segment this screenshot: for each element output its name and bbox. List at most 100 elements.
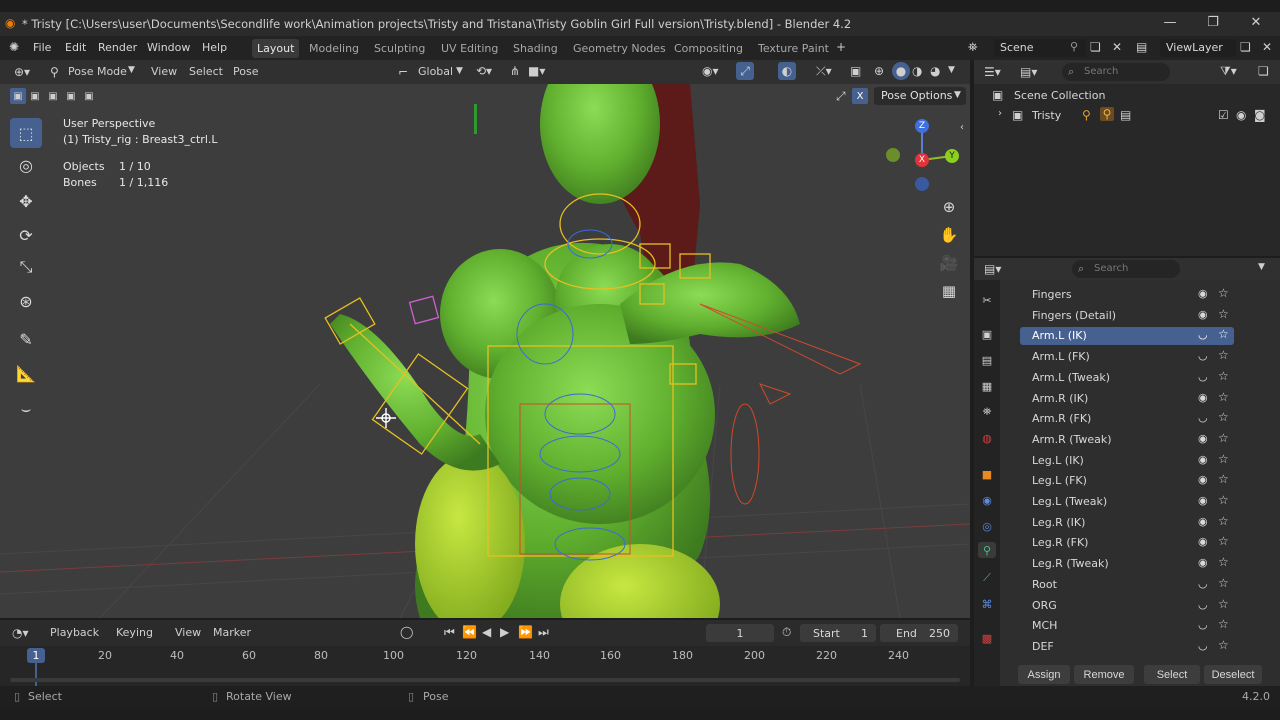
jump-keyframe-forward-icon[interactable]: ⏩ xyxy=(518,625,533,639)
add-workspace-icon[interactable]: + xyxy=(836,40,846,54)
play-icon[interactable]: ▶ xyxy=(500,625,509,639)
annotate-tool[interactable]: ✎ xyxy=(10,324,42,354)
move-tool[interactable]: ✥ xyxy=(10,186,42,216)
bone-collection-item[interactable]: Leg.R (FK) ◉ ☆ xyxy=(1020,534,1234,552)
overlay-toggle-icon[interactable]: ◐ xyxy=(778,62,796,80)
bone-constraint-tab-icon[interactable]: ⌘ xyxy=(979,596,995,612)
star-icon[interactable]: ☆ xyxy=(1218,534,1229,548)
auto-key-icon[interactable]: ◯ xyxy=(400,625,413,639)
star-icon[interactable]: ☆ xyxy=(1218,431,1229,445)
star-icon[interactable]: ☆ xyxy=(1218,348,1229,362)
bone-collection-item[interactable]: Leg.R (Tweak) ◉ ☆ xyxy=(1020,555,1234,573)
eye-icon[interactable]: ◉ xyxy=(1198,308,1208,321)
start-frame-field[interactable]: Start 1 xyxy=(800,624,876,642)
menu-edit[interactable]: Edit xyxy=(65,41,86,54)
star-icon[interactable]: ☆ xyxy=(1218,576,1229,590)
outliner-editor-icon[interactable]: ☰▾ xyxy=(984,65,1001,79)
eye-closed-icon[interactable]: ◡ xyxy=(1198,349,1208,362)
properties-editor-icon[interactable]: ▤▾ xyxy=(984,262,1001,276)
pose-options-dropdown[interactable]: Pose Options ▼ xyxy=(874,87,966,105)
bone-tab-icon[interactable]: ⟋ xyxy=(979,570,995,586)
star-icon[interactable]: ☆ xyxy=(1218,410,1229,424)
texture-tab-icon[interactable]: ▩ xyxy=(979,630,995,646)
select-box-tool[interactable]: ⬚ xyxy=(10,118,42,148)
tab-layout[interactable]: Layout xyxy=(252,39,300,58)
bone-collection-item[interactable]: Arm.R (FK) ◡ ☆ xyxy=(1020,410,1234,428)
camera-icon[interactable]: ◙ xyxy=(1254,108,1266,122)
menu-help[interactable]: Help xyxy=(202,41,227,54)
bone-collection-item[interactable]: ORG ◡ ☆ xyxy=(1020,597,1234,615)
bone-collection-item[interactable]: Leg.L (Tweak) ◉ ☆ xyxy=(1020,493,1234,511)
world-tab-icon[interactable]: ◍ xyxy=(979,430,995,446)
transform-affect-icon[interactable]: ⤢ xyxy=(836,89,846,104)
play-reverse-icon[interactable]: ◀ xyxy=(482,625,491,639)
eye-icon[interactable]: ◉ xyxy=(1198,453,1208,466)
tab-sculpting[interactable]: Sculpting xyxy=(369,39,430,58)
eye-icon[interactable]: ◉ xyxy=(1198,473,1208,486)
eye-icon[interactable]: ◉ xyxy=(1198,556,1208,569)
jump-end-icon[interactable]: ⏭ xyxy=(538,625,549,640)
tab-uv-editing[interactable]: UV Editing xyxy=(436,39,503,58)
current-frame-field[interactable]: 1 xyxy=(706,624,774,642)
stopwatch-icon[interactable]: ⏱ xyxy=(782,625,791,640)
star-icon[interactable]: ☆ xyxy=(1218,286,1229,300)
cursor-tool[interactable]: ◎ xyxy=(10,150,42,180)
select-new-icon[interactable]: ▣ xyxy=(10,88,26,104)
pin-icon[interactable]: ⚲ xyxy=(1070,40,1078,53)
star-icon[interactable]: ☆ xyxy=(1218,452,1229,466)
bone-collection-item[interactable]: Arm.L (IK) ◡ ☆ xyxy=(1020,327,1234,346)
tool-tab-icon[interactable]: ✂ xyxy=(979,292,995,308)
editor-type-icon[interactable]: ⊕▾ xyxy=(14,65,30,79)
display-mode-icon[interactable]: ▤▾ xyxy=(1020,65,1037,79)
camera-view-icon[interactable]: 🎥 xyxy=(936,250,962,276)
bone-collection-item[interactable]: Arm.R (Tweak) ◉ ☆ xyxy=(1020,431,1234,449)
star-icon[interactable]: ☆ xyxy=(1218,493,1229,507)
select-invert-icon[interactable]: ▣ xyxy=(62,88,80,104)
bone-collection-item[interactable]: Leg.L (FK) ◉ ☆ xyxy=(1020,472,1234,490)
view-layer-tab-icon[interactable]: ▦ xyxy=(979,378,995,394)
outliner-item-tristy[interactable]: › ▣ Tristy ⚲ ⚲ ▤ ☑ ◉ ◙ xyxy=(974,106,1280,124)
eye-closed-icon[interactable]: ◡ xyxy=(1198,639,1208,652)
maximize-icon[interactable]: ❐ xyxy=(1201,15,1225,30)
eye-closed-icon[interactable]: ◡ xyxy=(1198,370,1208,383)
menu-view[interactable]: View xyxy=(151,65,177,78)
xray-icon[interactable]: ▣ xyxy=(850,64,861,78)
tab-modeling[interactable]: Modeling xyxy=(304,39,364,58)
render-tab-icon[interactable]: ▣ xyxy=(979,326,995,342)
timeline-area[interactable]: 1 20 40 60 80 100 120 140 160 180 200 22… xyxy=(0,646,970,686)
gizmo-y-axis[interactable]: Y xyxy=(945,149,959,163)
menu-select[interactable]: Select xyxy=(189,65,223,78)
x-mirror-button[interactable]: X xyxy=(852,88,868,104)
select-subtract-icon[interactable]: ▣ xyxy=(44,88,62,104)
star-icon[interactable]: ☆ xyxy=(1218,638,1229,652)
star-icon[interactable]: ☆ xyxy=(1218,514,1229,528)
jump-start-icon[interactable]: ⏮ xyxy=(444,625,455,640)
rotate-tool[interactable]: ⟳ xyxy=(10,220,42,250)
object-tab-icon[interactable]: ■ xyxy=(979,466,995,482)
proportional-icon[interactable]: ■▾ xyxy=(528,64,545,78)
end-frame-field[interactable]: End 250 xyxy=(880,624,958,642)
new-collection-icon[interactable]: ❏ xyxy=(1258,64,1269,78)
tab-geometry-nodes[interactable]: Geometry Nodes xyxy=(568,39,671,58)
snap-icon[interactable]: ⋔ xyxy=(510,64,520,78)
eye-icon[interactable]: ◉ xyxy=(1236,108,1246,122)
viewlayer-icon[interactable]: ▤ xyxy=(1136,40,1147,54)
output-tab-icon[interactable]: ▤ xyxy=(979,352,995,368)
eye-closed-icon[interactable]: ◡ xyxy=(1198,598,1208,611)
measure-tool[interactable]: 📐 xyxy=(10,358,42,388)
playhead-frame[interactable]: 1 xyxy=(27,648,45,663)
shading-material-icon[interactable]: ◑ xyxy=(912,64,922,78)
scene-tab-icon[interactable]: ⛯ xyxy=(979,404,995,420)
transform-tool[interactable]: ⊛ xyxy=(10,286,42,316)
tab-compositing[interactable]: Compositing xyxy=(669,39,748,58)
pivot-icon[interactable]: ⟲▾ xyxy=(476,64,492,78)
eye-icon[interactable]: ◉ xyxy=(1198,391,1208,404)
shading-solid-icon[interactable]: ● xyxy=(892,62,910,80)
eye-icon[interactable]: ◉ xyxy=(1198,287,1208,300)
delete-scene-icon[interactable]: ✕ xyxy=(1112,40,1122,54)
deselect-button[interactable]: Deselect xyxy=(1204,665,1262,684)
bone-collection-item[interactable]: Fingers (Detail) ◉ ☆ xyxy=(1020,307,1234,325)
minimize-icon[interactable]: — xyxy=(1158,15,1182,30)
menu-keying[interactable]: Keying xyxy=(116,626,153,639)
outliner[interactable]: ▣ Scene Collection › ▣ Tristy ⚲ ⚲ ▤ ☑ ◉ … xyxy=(974,84,1280,256)
